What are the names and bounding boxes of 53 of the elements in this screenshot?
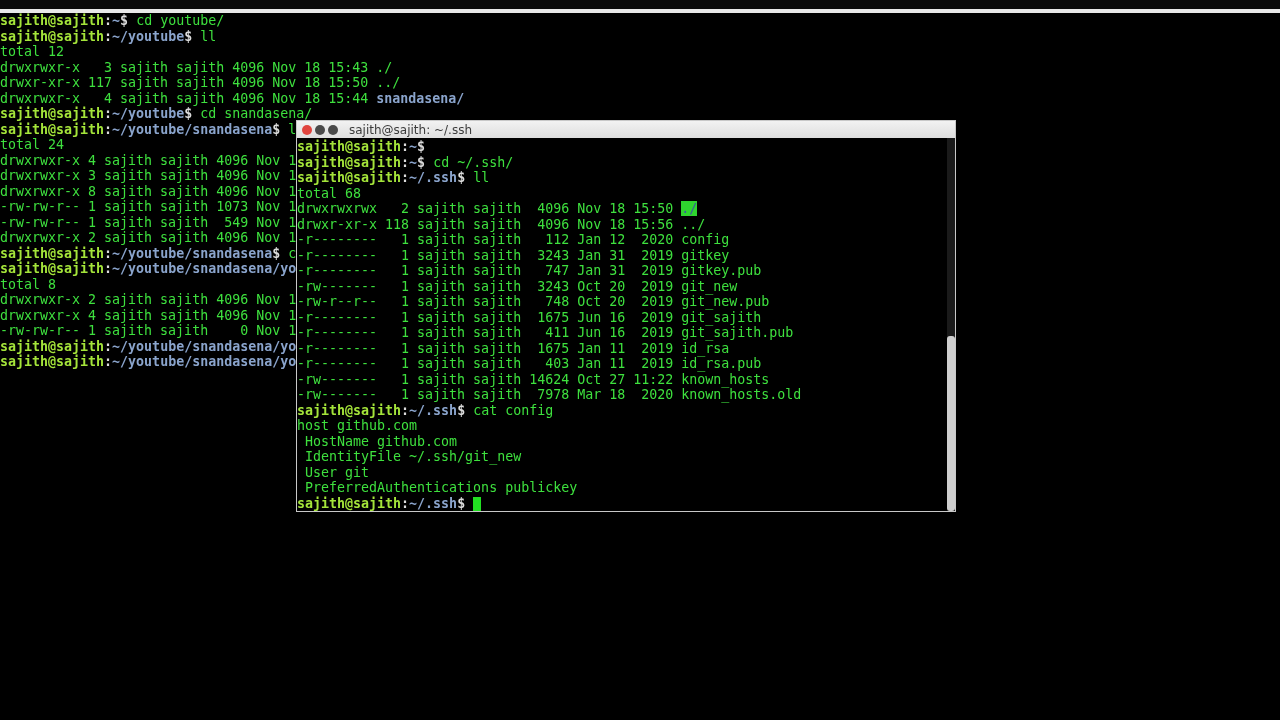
- terminal-line: -r-------- 1 sajith sajith 1675 Jun 16 2019 git_sajith: [297, 309, 762, 325]
- terminal-line: total 12: [0, 44, 65, 60]
- terminal-line: -rw------- 1 sajith sajith 3243 Oct 20 2019 git_new: [297, 278, 738, 294]
- terminal-line: -r-------- 1 sajith sajith 1675 Jan 11 2019 id_rsa: [297, 340, 730, 356]
- terminal-line: -r-------- 1 sajith sajith 403 Jan 11 2019 id_rsa.pub: [297, 356, 762, 372]
- close-button[interactable]: [302, 124, 312, 135]
- terminal-line: PreferredAuthentications publickey: [304, 480, 578, 496]
- terminal-line: -rw------- 1 sajith sajith 7978 Mar 18 2020 known_hosts.old: [297, 387, 802, 403]
- terminal-line: -rw-r--r-- 1 sajith sajith 748 Oct 20 2019 git_new.pub: [297, 294, 770, 310]
- terminal-line: -r-------- 1 sajith sajith 3243 Jan 31 2019 gitkey: [297, 247, 730, 263]
- terminal-line: -rw-rw-r-- 1 sajith sajith 1073 Nov 1: [0, 199, 297, 215]
- terminal-line: total 24: [0, 137, 65, 153]
- minimize-button[interactable]: [315, 124, 325, 135]
- terminal-line: HostName github.com: [304, 433, 458, 449]
- terminal-line: sajith@sajith:~/.ssh$: [297, 495, 482, 511]
- terminal-line: -r-------- 1 sajith sajith 411 Jun 16 2019 git_sajith.pub: [297, 325, 794, 341]
- terminal-line: drwxrwxr-x 4 sajith sajith 4096 Nov 1: [0, 152, 297, 168]
- terminal-line: sajith@sajith:~/.ssh$ ll: [297, 170, 490, 186]
- terminal-line: sajith@sajith:~$ cd ~/.ssh/: [297, 154, 514, 170]
- terminal-line: sajith@sajith:~/youtube/snandasena$ c: [0, 245, 297, 261]
- terminal-line: drwxrwxr-x 4 sajith sajith 4096 Nov 1: [0, 307, 297, 323]
- terminal-line: sajith@sajith:~/youtube/snandasena/yo: [0, 354, 297, 370]
- terminal-line: User git: [304, 464, 370, 480]
- scrollbar[interactable]: [947, 138, 955, 511]
- terminal-line: sajith@sajith:~$ cd youtube/: [0, 13, 225, 29]
- terminal-line: total 68: [297, 185, 362, 201]
- terminal-line: -rw------- 1 sajith sajith 14624 Oct 27 11:22 known_hosts: [297, 371, 770, 387]
- terminal-line: drwxr-xr-x 117 sajith sajith 4096 Nov 18 15:50 ../: [0, 75, 401, 91]
- terminal-line: sajith@sajith:~/youtube/snandasena/yo: [0, 261, 297, 277]
- terminal-line: total 8: [0, 276, 57, 292]
- terminal-line: drwxrwxr-x 3 sajith sajith 4096 Nov 18 15:43 ./: [0, 59, 393, 75]
- terminal-line: sajith@sajith:~/.ssh$ cat config: [297, 402, 554, 418]
- scrollbar-thumb[interactable]: [947, 336, 955, 511]
- terminal-line: drwxrwxr-x 8 sajith sajith 4096 Nov 1: [0, 183, 297, 199]
- window-title: sajith@sajith: ~/.ssh: [349, 122, 473, 137]
- terminal-line: drwxrwxr-x 2 sajith sajith 4096 Nov 1: [0, 230, 297, 246]
- terminal-line: -rw-rw-r-- 1 sajith sajith 0 Nov 1: [0, 323, 297, 339]
- terminal-line: drwxr-xr-x 118 sajith sajith 4096 Nov 18 15:56 ../: [297, 216, 706, 232]
- terminal-line: IdentityFile ~/.ssh/git_new: [304, 449, 522, 465]
- terminal-line: sajith@sajith:~/youtube/snandasena$ l: [0, 121, 297, 137]
- terminal-line: sajith@sajith:~/youtube/snandasena/yo: [0, 338, 297, 354]
- terminal-line: -rw-rw-r-- 1 sajith sajith 549 Nov 1: [0, 214, 297, 230]
- terminal-line: drwxrwxr-x 2 sajith sajith 4096 Nov 1: [0, 292, 297, 308]
- maximize-button[interactable]: [328, 124, 338, 135]
- terminal-line: sajith@sajith:~$: [297, 139, 426, 155]
- terminal-line: sajith@sajith:~/youtube$ ll: [0, 28, 217, 44]
- terminal-line: host github.com: [297, 418, 418, 434]
- terminal-line: sajith@sajith:~/youtube$ cd snandasena/: [0, 106, 313, 122]
- terminal-line: -r-------- 1 sajith sajith 747 Jan 31 2019 gitkey.pub: [297, 263, 762, 279]
- terminal-line: drwxrwxr-x 4 sajith sajith 4096 Nov 18 15:44 snandasena/: [0, 90, 465, 106]
- terminal-line: drwxrwxrwx 2 sajith sajith 4096 Nov 18 15:50 ./: [297, 201, 698, 217]
- terminal-line: -r-------- 1 sajith sajith 112 Jan 12 2020 config: [297, 232, 730, 248]
- terminal-line: drwxrwxr-x 3 sajith sajith 4096 Nov 1: [0, 168, 297, 184]
